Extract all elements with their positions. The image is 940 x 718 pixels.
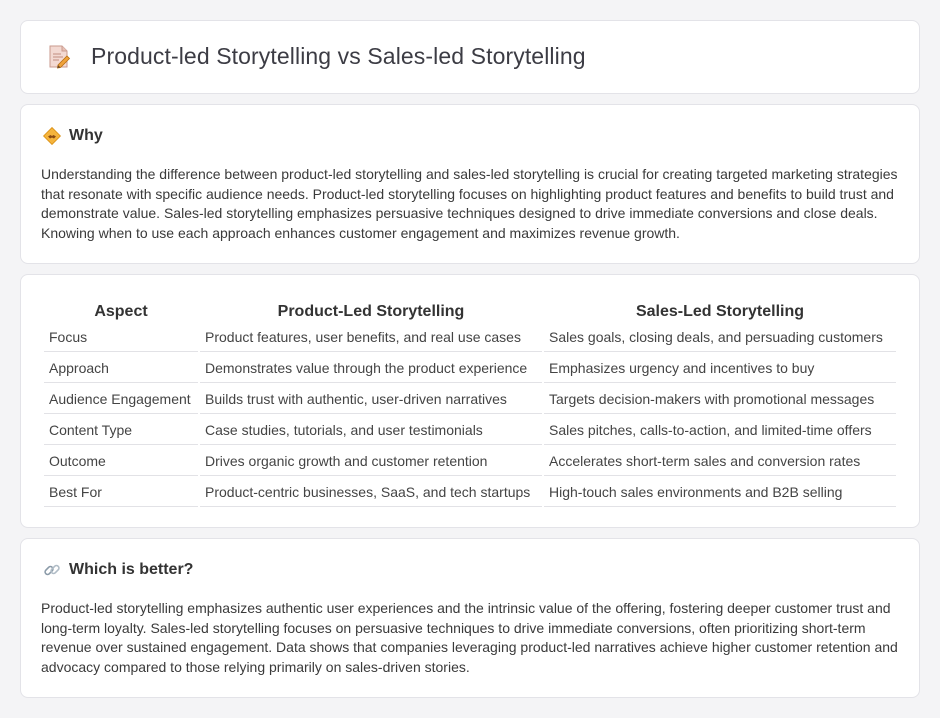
cell-product-led: Case studies, tutorials, and user testim… — [200, 416, 542, 445]
header-sales-led: Sales-Led Storytelling — [635, 303, 805, 320]
better-title: Which is better? — [69, 561, 194, 578]
header-aspect: Aspect — [94, 303, 148, 320]
cell-product-led: Product features, user benefits, and rea… — [200, 323, 542, 352]
cell-sales-led: Sales goals, closing deals, and persuadi… — [544, 323, 896, 352]
table-row: Best For Product-centric businesses, Saa… — [44, 478, 896, 507]
cell-aspect: Content Type — [44, 416, 198, 445]
why-heading: Why — [42, 126, 103, 146]
why-body: Understanding the difference between pro… — [41, 166, 898, 241]
cell-sales-led: High-touch sales environments and B2B se… — [544, 478, 896, 507]
table-row: Focus Product features, user benefits, a… — [44, 323, 896, 352]
cell-product-led: Drives organic growth and customer reten… — [200, 447, 542, 476]
table-row: Approach Demonstrates value through the … — [44, 354, 896, 383]
which-is-better-card: Which is better? Product-led storytellin… — [20, 538, 920, 698]
table-row: Audience Engagement Builds trust with au… — [44, 385, 896, 414]
why-title: Why — [69, 127, 103, 144]
handshake-icon — [42, 126, 62, 146]
table-header-row: Aspect Product-Led Storytelling Sales-Le… — [44, 298, 896, 321]
cell-product-led: Builds trust with authentic, user-driven… — [200, 385, 542, 414]
cell-product-led: Demonstrates value through the product e… — [200, 354, 542, 383]
cell-aspect: Best For — [44, 478, 198, 507]
cell-sales-led: Accelerates short-term sales and convers… — [544, 447, 896, 476]
cell-aspect: Focus — [44, 323, 198, 352]
cell-sales-led: Sales pitches, calls-to-action, and limi… — [544, 416, 896, 445]
cell-aspect: Audience Engagement — [44, 385, 198, 414]
header-card: Product-led Storytelling vs Sales-led St… — [20, 20, 920, 94]
better-body: Product-led storytelling emphasizes auth… — [41, 600, 898, 675]
header-product-led: Product-Led Storytelling — [277, 303, 465, 320]
table-row: Outcome Drives organic growth and custom… — [44, 447, 896, 476]
table-row: Content Type Case studies, tutorials, an… — [44, 416, 896, 445]
why-card: Why Understanding the difference between… — [20, 104, 920, 264]
link-icon — [43, 561, 61, 579]
cell-product-led: Product-centric businesses, SaaS, and te… — [200, 478, 542, 507]
page-title: Product-led Storytelling vs Sales-led St… — [91, 43, 586, 69]
title-row: Product-led Storytelling vs Sales-led St… — [47, 43, 586, 70]
better-heading: Which is better? — [43, 561, 193, 579]
cell-aspect: Outcome — [44, 447, 198, 476]
cell-aspect: Approach — [44, 354, 198, 383]
cell-sales-led: Targets decision-makers with promotional… — [544, 385, 896, 414]
comparison-table: Aspect Product-Led Storytelling Sales-Le… — [42, 296, 898, 509]
cell-sales-led: Emphasizes urgency and incentives to buy — [544, 354, 896, 383]
document-pencil-icon — [47, 44, 71, 70]
comparison-card: Aspect Product-Led Storytelling Sales-Le… — [20, 274, 920, 528]
